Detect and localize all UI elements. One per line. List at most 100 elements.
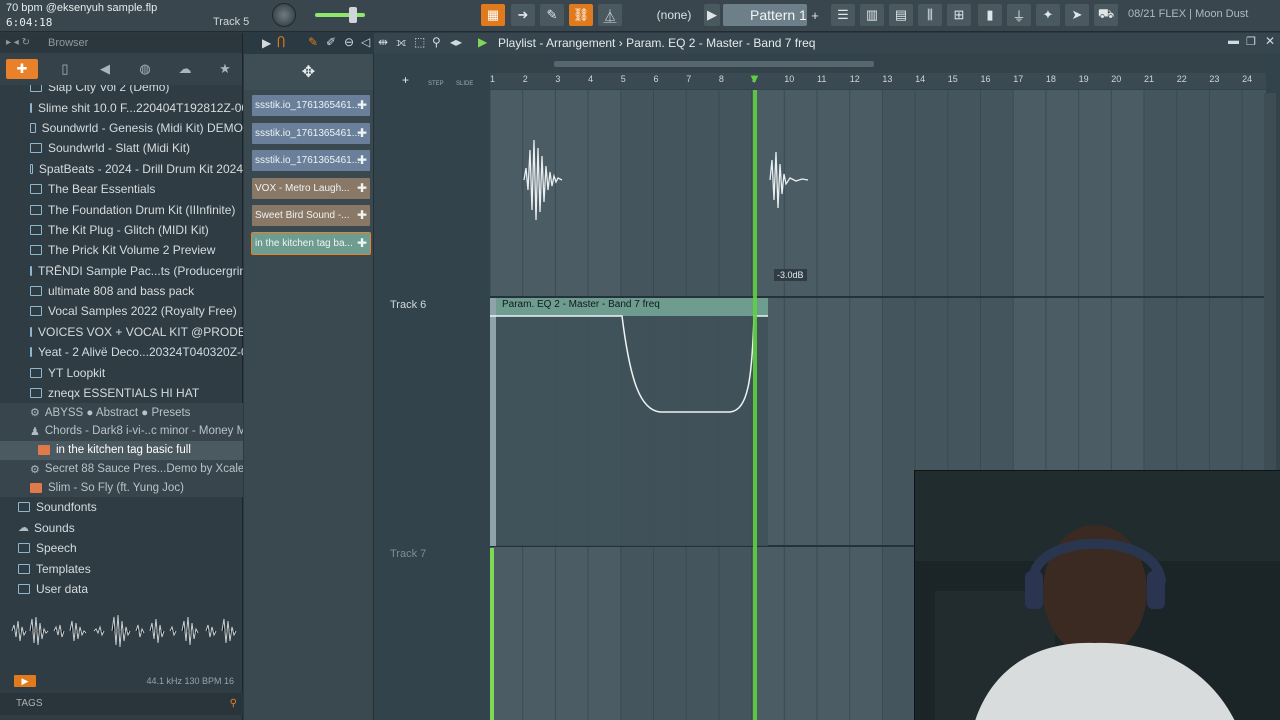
- preview-play-button[interactable]: ▶: [14, 675, 36, 687]
- add-clip-icon[interactable]: ✚: [357, 205, 367, 226]
- list-item[interactable]: Soundwrld - Slatt (Midi Kit): [0, 138, 243, 158]
- link-icon: ⛓: [572, 7, 590, 22]
- shop-button[interactable]: ⛟: [1094, 4, 1118, 26]
- picker-clip[interactable]: ssstik.io_1761365461... ✚: [252, 150, 370, 171]
- browser-project-tab[interactable]: ▯: [52, 59, 78, 79]
- play-small-icon: ▶: [707, 7, 717, 22]
- slip-tool-icon[interactable]: ⇹: [378, 35, 388, 49]
- item-label: YT Loopkit: [48, 365, 106, 380]
- master-pitch-knob[interactable]: [272, 3, 296, 27]
- list-item[interactable]: Slim - So Fly (ft. Yung Joc): [0, 478, 243, 498]
- browser-favorites-tab[interactable]: ★: [212, 59, 238, 79]
- list-item[interactable]: in the kitchen tag basic full: [0, 440, 243, 460]
- add-pattern-button[interactable]: +: [808, 4, 822, 26]
- master-volume-thumb[interactable]: [349, 7, 357, 23]
- playhead-line[interactable]: [753, 90, 757, 720]
- link-button[interactable]: ⛓: [569, 4, 593, 26]
- ruler-tick: 21: [1144, 74, 1155, 84]
- browser-plugin-tab[interactable]: ◀: [92, 59, 118, 79]
- paint-tool-icon[interactable]: ✐: [326, 35, 336, 49]
- list-item[interactable]: User data: [0, 579, 243, 599]
- browser-library-tab[interactable]: ◍: [132, 59, 158, 79]
- list-item[interactable]: YT Loopkit: [0, 362, 243, 382]
- list-item[interactable]: Slime shit 10.0 F...220404T192812Z-001: [0, 97, 243, 117]
- list-item[interactable]: Soundfonts: [0, 497, 243, 517]
- picker-clip[interactable]: ssstik.io_1761365461... ✚: [252, 123, 370, 144]
- picker-clip[interactable]: VOX - Metro Laugh... ✚: [252, 178, 370, 199]
- search-icon[interactable]: ⚲: [230, 693, 237, 715]
- add-clip-icon[interactable]: ✚: [357, 95, 367, 116]
- list-item[interactable]: Slap City Vol 2 (Demo): [0, 85, 243, 97]
- picker-clip[interactable]: Sweet Bird Sound -... ✚: [252, 205, 370, 226]
- touch-keyboard-button[interactable]: ✦: [1036, 4, 1060, 26]
- mixer-button[interactable]: ⫼: [918, 4, 942, 26]
- add-track-icon[interactable]: +: [402, 73, 409, 87]
- browser-all-tab[interactable]: ✚: [6, 59, 38, 79]
- delete-tool-icon[interactable]: ⊖: [344, 35, 354, 49]
- pattern-song-mode-button[interactable]: ▦: [481, 4, 505, 26]
- browser-cloud-tab[interactable]: ☁: [172, 59, 198, 79]
- list-item[interactable]: VOICES VOX + VOCAL KIT @PRODBYLJS: [0, 322, 243, 342]
- arrow-button[interactable]: ➜: [511, 4, 535, 26]
- list-item[interactable]: ⚙ ABYSS ● Abstract ● Presets: [0, 403, 243, 423]
- list-item[interactable]: The Bear Essentials: [0, 179, 243, 199]
- sample-preview-waveform[interactable]: [10, 603, 238, 659]
- zoom-tool-icon[interactable]: ⚲: [432, 35, 441, 49]
- add-clip-icon[interactable]: ✚: [357, 123, 367, 144]
- list-item[interactable]: ♟ Chords - Dark8 i-vi-..c minor - Money M…: [0, 422, 243, 441]
- add-clip-icon[interactable]: ✚: [357, 233, 367, 254]
- picker-clip-selected[interactable]: in the kitchen tag ba... ✚: [251, 232, 371, 255]
- horizontal-scroll-thumb[interactable]: [554, 61, 874, 67]
- plugin-db-button[interactable]: ⏚: [1007, 4, 1031, 26]
- mute-tool-icon[interactable]: ◁: [361, 35, 370, 49]
- pattern-selector[interactable]: Pattern 1: [723, 4, 807, 26]
- slice-tool-icon[interactable]: ⟗: [396, 35, 407, 50]
- picker-clip[interactable]: ssstik.io_1761365461... ✚: [252, 95, 370, 116]
- playback-tool-icon[interactable]: ◂▸: [450, 35, 462, 49]
- playlist-button[interactable]: ☰: [831, 4, 855, 26]
- timeline-ruler[interactable]: 1 2 3 4 5 6 7 8 9 10 11 12 13 14 15 16 17 18 19 20 21 22 23 24 ▼: [490, 71, 1266, 89]
- list-item[interactable]: ☁ Sounds: [0, 518, 243, 538]
- metronome-button[interactable]: ⏅: [598, 4, 622, 26]
- browser-button[interactable]: ▮: [978, 4, 1002, 26]
- track-7-label[interactable]: Track 7: [390, 548, 426, 560]
- pattern-play-button[interactable]: ▶: [704, 4, 720, 26]
- draw-tool-button[interactable]: ✎: [540, 4, 564, 26]
- step-label: STEP: [428, 81, 444, 87]
- list-item[interactable]: ⚙ Secret 88 Sauce Pres...Demo by Xcaler B…: [0, 459, 243, 479]
- playlist-arrow-icon[interactable]: ▶: [478, 35, 487, 49]
- minimize-icon[interactable]: ▬: [1228, 35, 1239, 47]
- list-item[interactable]: The Prick Kit Volume 2 Preview: [0, 240, 243, 260]
- track-6-label[interactable]: Track 6: [390, 299, 426, 311]
- news-button[interactable]: ➤: [1065, 4, 1089, 26]
- play-arrow-icon[interactable]: ▶: [262, 36, 271, 50]
- maximize-icon[interactable]: ❐: [1246, 35, 1256, 48]
- piano-roll-button[interactable]: ▥: [860, 4, 884, 26]
- list-item[interactable]: SpatBeats - 2024 - Drill Drum Kit 2024: [0, 159, 243, 179]
- list-item[interactable]: Speech: [0, 538, 243, 558]
- list-item[interactable]: zneqx ESSENTIALS HI HAT: [0, 383, 243, 403]
- pencil-tool-icon[interactable]: ✎: [308, 35, 318, 49]
- master-volume-slider[interactable]: [315, 13, 365, 17]
- channel-rack-button[interactable]: ▤: [889, 4, 913, 26]
- ruler-tick: 17: [1013, 74, 1024, 84]
- add-clip-icon[interactable]: ✚: [357, 178, 367, 199]
- list-item[interactable]: The Foundation Drum Kit (IIInfinite): [0, 199, 243, 219]
- plugin-picker-button[interactable]: ⊞: [947, 4, 971, 26]
- pattern-dropdown[interactable]: (none): [643, 4, 705, 26]
- list-item[interactable]: Yeat - 2 Alivë Deco...20324T040320Z-001: [0, 342, 243, 362]
- browser-nav-icons[interactable]: ▸ ◂ ↻: [6, 33, 30, 53]
- add-clip-icon[interactable]: ✚: [357, 150, 367, 171]
- list-item[interactable]: Soundwrld - Genesis (Midi Kit) DEMO: [0, 118, 243, 138]
- playhead-marker-icon[interactable]: ▼: [748, 71, 761, 86]
- picker-arrows-icon[interactable]: ✥: [302, 62, 315, 82]
- list-item[interactable]: Vocal Samples 2022 (Royalty Free): [0, 301, 243, 321]
- list-item[interactable]: The Kit Plug - Glitch (MIDI Kit): [0, 220, 243, 240]
- item-label: TRĒNDI Sample Pac...ts (Producergrind): [38, 263, 243, 278]
- close-icon[interactable]: ✕: [1265, 34, 1275, 48]
- select-tool-icon[interactable]: ⬚: [414, 35, 425, 49]
- list-item[interactable]: Templates: [0, 558, 243, 578]
- magnet-icon[interactable]: Ⴖ: [277, 35, 285, 51]
- list-item[interactable]: TRĒNDI Sample Pac...ts (Producergrind): [0, 261, 243, 281]
- list-item[interactable]: ultimate 808 and bass pack: [0, 281, 243, 301]
